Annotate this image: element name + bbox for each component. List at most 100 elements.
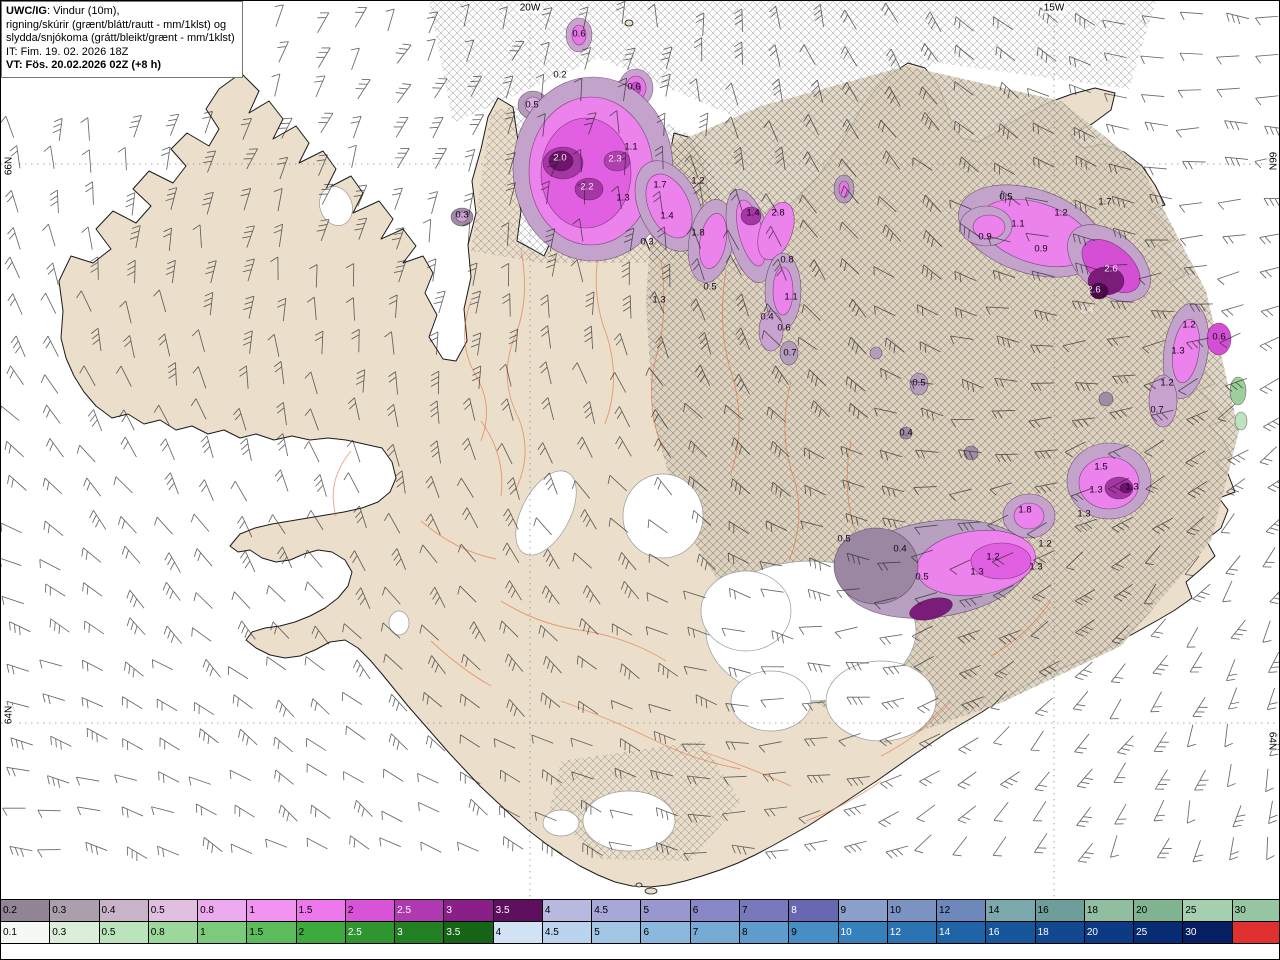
precip-value-label: 0.6 (572, 28, 586, 40)
legend-cell: 20 (1084, 922, 1135, 943)
legend-cell: 7 (739, 900, 790, 921)
precip-value-label: 2.2 (580, 181, 594, 193)
legend-cell: 3.5 (493, 900, 543, 921)
precip-value-label: 1.2 (1182, 319, 1196, 331)
precip-value-label: 1.3 (970, 566, 984, 578)
graticule-label: 64N (1266, 730, 1278, 752)
legend-cell: 8 (789, 900, 839, 921)
precip-value-label: 2.6 (1104, 263, 1118, 275)
precip-value-label: 1.5 (1094, 461, 1108, 473)
legend-cell: 4.5 (592, 900, 642, 921)
precip-value-label: 0.5 (915, 571, 929, 583)
precip-value-label: 0.7 (783, 347, 797, 359)
precip-value-label: 1.3 (1125, 481, 1139, 493)
precip-value-label: 0.5 (912, 377, 926, 389)
graticule-label: 15W (1042, 2, 1066, 14)
title-line-2: rigning/skúrir (grænt/blátt/rautt - mm/1… (6, 18, 227, 31)
precip-value-label: 0.9 (978, 231, 992, 243)
legend-cell: 25 (1183, 900, 1233, 921)
legend-cell: 12 (887, 922, 938, 943)
precip-value-label: 0.2 (553, 69, 567, 81)
precip-value-label: 1.2 (1038, 538, 1052, 550)
legend-cell: 3.5 (444, 922, 494, 943)
legend-cell: 0.1 (1, 922, 51, 943)
graticule-label: 20W (518, 2, 542, 14)
precip-value-label: 1.8 (1018, 504, 1032, 516)
legend-cell: 4 (542, 900, 593, 921)
graticule-label: 66N (1266, 150, 1278, 172)
precip-value-label: 0.7 (1150, 404, 1164, 416)
precip-value-label: 2.0 (553, 152, 567, 164)
legend-cell: 2 (345, 900, 396, 921)
weather-map-page: 0.6 0.2 0.6 0.5 1.1 2.0 2.3 2.2 1.7 1.3 1.4 0.3 1.2 1… (0, 0, 1280, 960)
legend-cell: 4.5 (542, 922, 593, 943)
legend-cell: 0.3 (50, 900, 100, 921)
precip-value-label: 0.3 (455, 209, 469, 221)
legend-cell: 5 (592, 922, 642, 943)
precip-value-label: 1.2 (986, 551, 1000, 563)
legend-cell: 2.5 (395, 900, 445, 921)
title-line-1: UWC/IG: Vindur (10m), (6, 5, 120, 17)
precip-value-label: 0.6 (627, 81, 641, 93)
precip-value-label: 1.7 (653, 179, 667, 191)
legend-cell: 4 (493, 922, 543, 943)
precip-value-label: 2.4 (1080, 304, 1094, 316)
precip-value-label: 1.3 (1029, 561, 1043, 573)
legend-cell: 6 (641, 922, 691, 943)
precip-value-label: 1.3 (652, 294, 666, 306)
precip-value-label: 2.8 (771, 207, 785, 219)
legend-cell: 12 (937, 900, 987, 921)
precip-value-label: 0.6 (777, 322, 791, 334)
legend-cell: 1.5 (247, 922, 297, 943)
graticule-label: 64N (3, 704, 15, 726)
precip-value-label: 0.5 (525, 99, 539, 111)
precip-value-label: 1.3 (1089, 484, 1103, 496)
title-box: UWC/IG: Vindur (10m), rigning/skúrir (gr… (1, 1, 243, 78)
map-area: 0.6 0.2 0.6 0.5 1.1 2.0 2.3 2.2 1.7 1.3 1.4 0.3 1.2 1… (1, 1, 1279, 899)
legend-cell: 30 (1183, 922, 1233, 943)
legend-cell: 0.2 (1, 900, 51, 921)
precip-value-label: 0.4 (760, 311, 774, 323)
precip-value-label: 0.5 (837, 533, 851, 545)
precip-value-label: 0.9 (1034, 243, 1048, 255)
legend-cell: 18 (1084, 900, 1135, 921)
precip-value-label: 0.6 (1212, 331, 1226, 343)
precip-value-label: 1.2 (1160, 377, 1174, 389)
precip-value-label: 0.5 (703, 281, 717, 293)
legend-cell: 16 (1035, 900, 1085, 921)
legend-cell: 9 (838, 900, 888, 921)
precip-value-label: 1.3 (1171, 345, 1185, 357)
legend: 0.2 0.3 0.4 0.5 0.8 1 1.5 2 2.5 3 3.5 4 4.5 5 6 7 8 9 10 12… (1, 899, 1279, 944)
legend-cell: 0.5 (99, 922, 149, 943)
legend-cell: 14 (986, 900, 1036, 921)
legend-cell: 0.3 (50, 922, 100, 943)
legend-cell: 6 (690, 900, 740, 921)
precip-value-label: 1.2 (1054, 207, 1068, 219)
legend-row-1: 0.1 0.3 0.5 0.8 1 1.5 2 2.5 3 3.5 4 4.5 5 6 7 8 9 10 12 14 1… (1, 922, 1279, 944)
precip-value-label: 0.5 (999, 191, 1013, 203)
model-name: UWC/IG (6, 5, 47, 17)
legend-cell: 9 (789, 922, 839, 943)
legend-cell: 8 (739, 922, 790, 943)
legend-cell: 10 (887, 900, 938, 921)
precip-value-label: 1.7 (1098, 196, 1112, 208)
legend-cell: 0.4 (99, 900, 149, 921)
map-canvas (1, 1, 1279, 899)
precip-value-label: 1.3 (1077, 508, 1091, 520)
precip-value-label: 1.3 (616, 192, 630, 204)
legend-cell (1232, 922, 1279, 943)
legend-cell: 18 (1035, 922, 1085, 943)
legend-cell: 3 (444, 900, 494, 921)
legend-cell: 2 (296, 922, 346, 943)
legend-cell: 0.8 (148, 922, 199, 943)
precip-value-label: 1.8 (691, 227, 705, 239)
legend-cell: 5 (641, 900, 691, 921)
legend-cell: 2.5 (345, 922, 396, 943)
legend-cell: 16 (986, 922, 1036, 943)
precip-value-label: 1.1 (624, 141, 638, 153)
precip-value-label: 2.3 (608, 153, 622, 165)
legend-cell: 3 (395, 922, 445, 943)
legend-cell: 1 (198, 922, 248, 943)
precip-value-label: 0.3 (640, 236, 654, 248)
precip-value-label: 1.1 (784, 291, 798, 303)
